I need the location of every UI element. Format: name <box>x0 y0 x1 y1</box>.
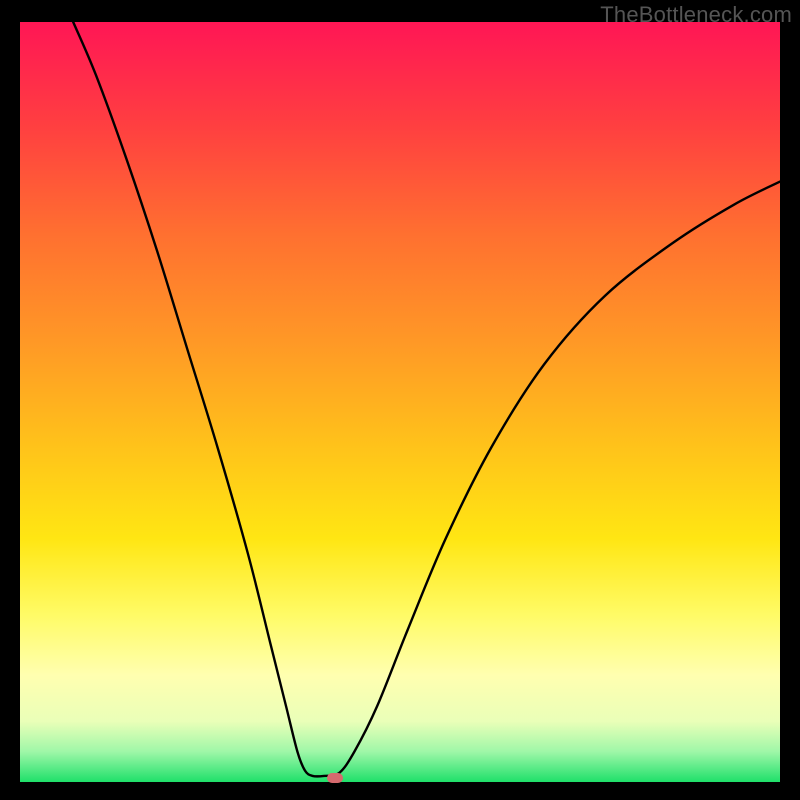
min-point-marker <box>327 773 343 783</box>
bottleneck-curve <box>73 22 780 776</box>
chart-frame: TheBottleneck.com <box>0 0 800 800</box>
plot-area <box>20 22 780 782</box>
watermark-text: TheBottleneck.com <box>600 2 792 28</box>
curve-svg <box>20 22 780 782</box>
